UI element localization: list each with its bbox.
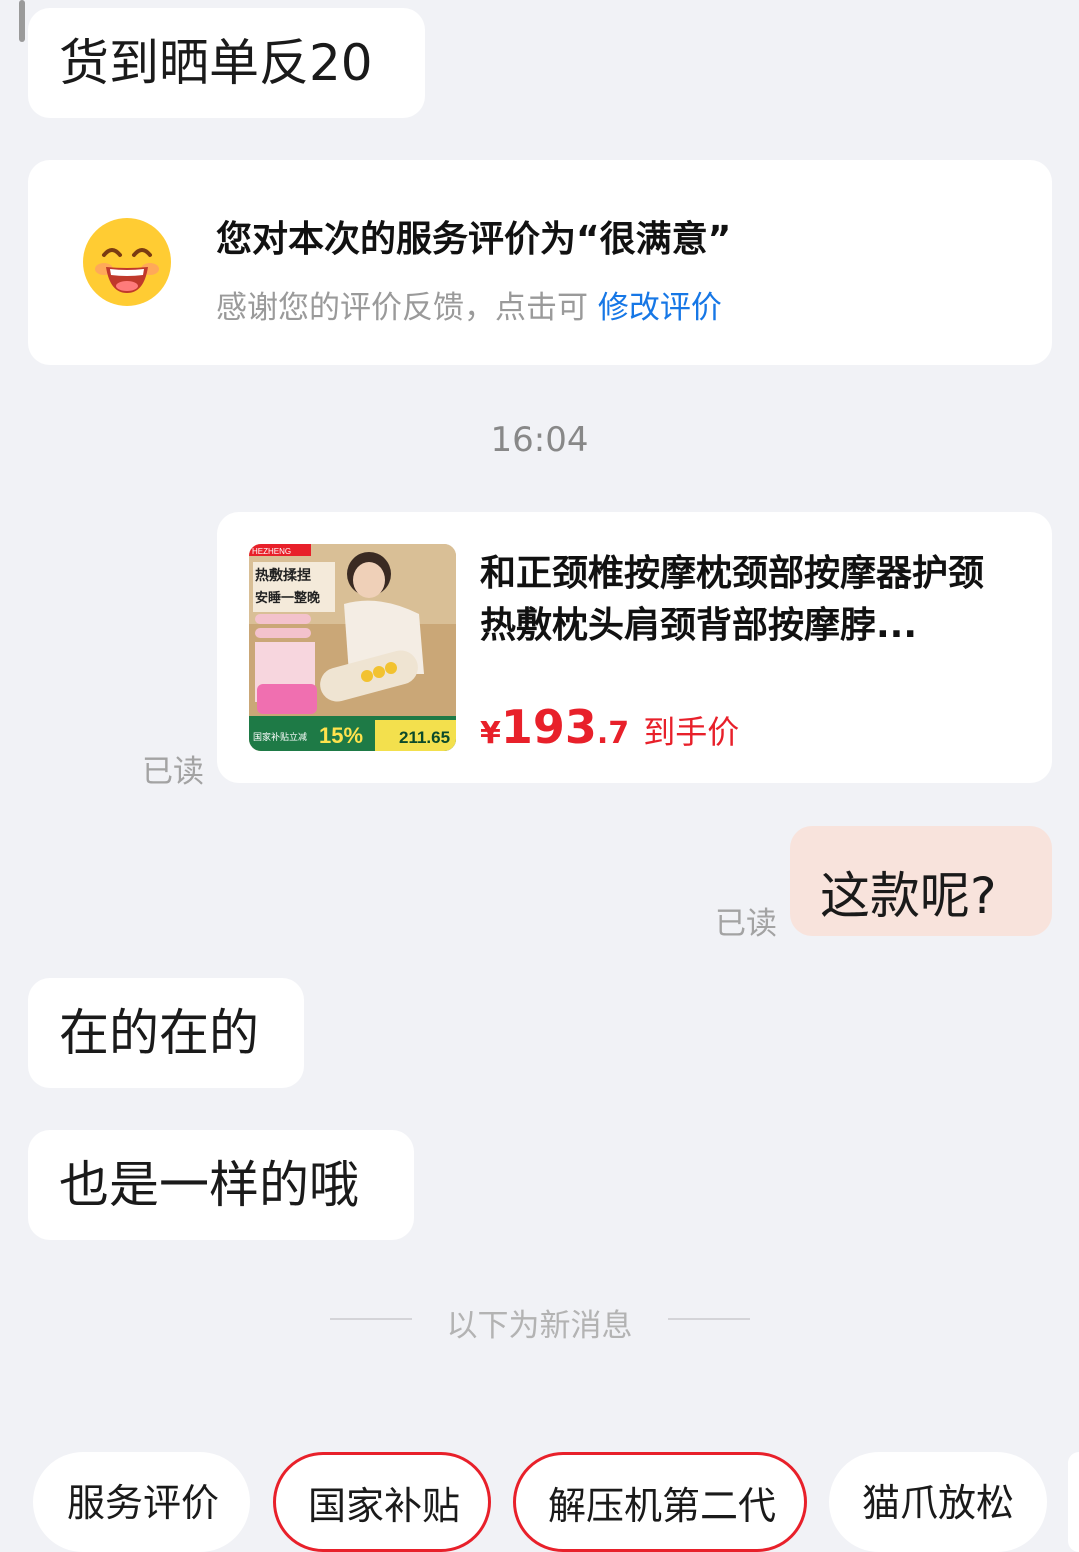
received-message-bubble[interactable]: 也是一样的哦: [28, 1130, 414, 1240]
received-message-bubble[interactable]: 货到晒单反20: [28, 8, 425, 118]
thumb-headline-2: 安睡一整晚: [255, 590, 320, 606]
quick-reply-cat-paw-relax[interactable]: 猫爪放松: [829, 1452, 1047, 1552]
message-text: 也是一样的哦: [59, 1156, 359, 1214]
quick-reply-more[interactable]: [1068, 1452, 1079, 1552]
rating-title: 您对本次的服务评价为“很满意”: [216, 219, 732, 260]
thumb-brand: HEZHENG: [252, 547, 291, 556]
quick-reply-service-rating[interactable]: 服务评价: [33, 1452, 250, 1552]
divider-text: 以下为新消息: [446, 1308, 633, 1344]
product-price: ¥193.7 到手价: [480, 700, 739, 754]
rating-subtitle: 感谢您的评价反馈，点击可 修改评价: [216, 290, 722, 326]
new-messages-divider: 以下为新消息: [0, 1300, 1079, 1344]
received-message-bubble[interactable]: 在的在的: [28, 978, 304, 1088]
happy-face-icon: [82, 217, 172, 307]
product-title[interactable]: 和正颈椎按摩枕颈部按摩器护颈热敷枕头肩颈背部按摩脖...: [480, 548, 1000, 652]
price-decimal: .7: [596, 716, 630, 751]
price-integer: 193: [500, 700, 597, 754]
message-text: 在的在的: [59, 1004, 259, 1062]
message-text: 这款呢?: [820, 867, 997, 925]
read-status: 已读: [715, 906, 777, 942]
sent-message-bubble[interactable]: 这款呢?: [790, 826, 1052, 936]
thumb-headline-1: 热敷揉捏: [255, 567, 311, 584]
thumb-subsidy: 国家补贴立减: [253, 731, 307, 743]
modify-rating-link[interactable]: 修改评价: [598, 290, 722, 326]
quick-reply-national-subsidy[interactable]: 国家补贴: [273, 1452, 491, 1552]
product-thumbnail[interactable]: HEZHENG 热敷揉捏 安睡一整晚 国家补贴立减 15% 211.65: [249, 544, 456, 751]
price-label: 到手价: [643, 713, 740, 751]
message-timestamp: 16:04: [490, 420, 589, 460]
price-symbol: ¥: [480, 716, 501, 751]
thumb-final-price: 211.65: [399, 728, 450, 747]
service-rating-card[interactable]: [28, 160, 1052, 365]
message-text: 货到晒单反20: [59, 34, 373, 92]
quick-reply-decompression-machine[interactable]: 解压机第二代: [513, 1452, 807, 1552]
scroll-indicator[interactable]: [19, 0, 25, 42]
read-status: 已读: [142, 754, 204, 790]
thumb-discount: 15%: [319, 723, 363, 748]
divider-line: [668, 1318, 750, 1320]
